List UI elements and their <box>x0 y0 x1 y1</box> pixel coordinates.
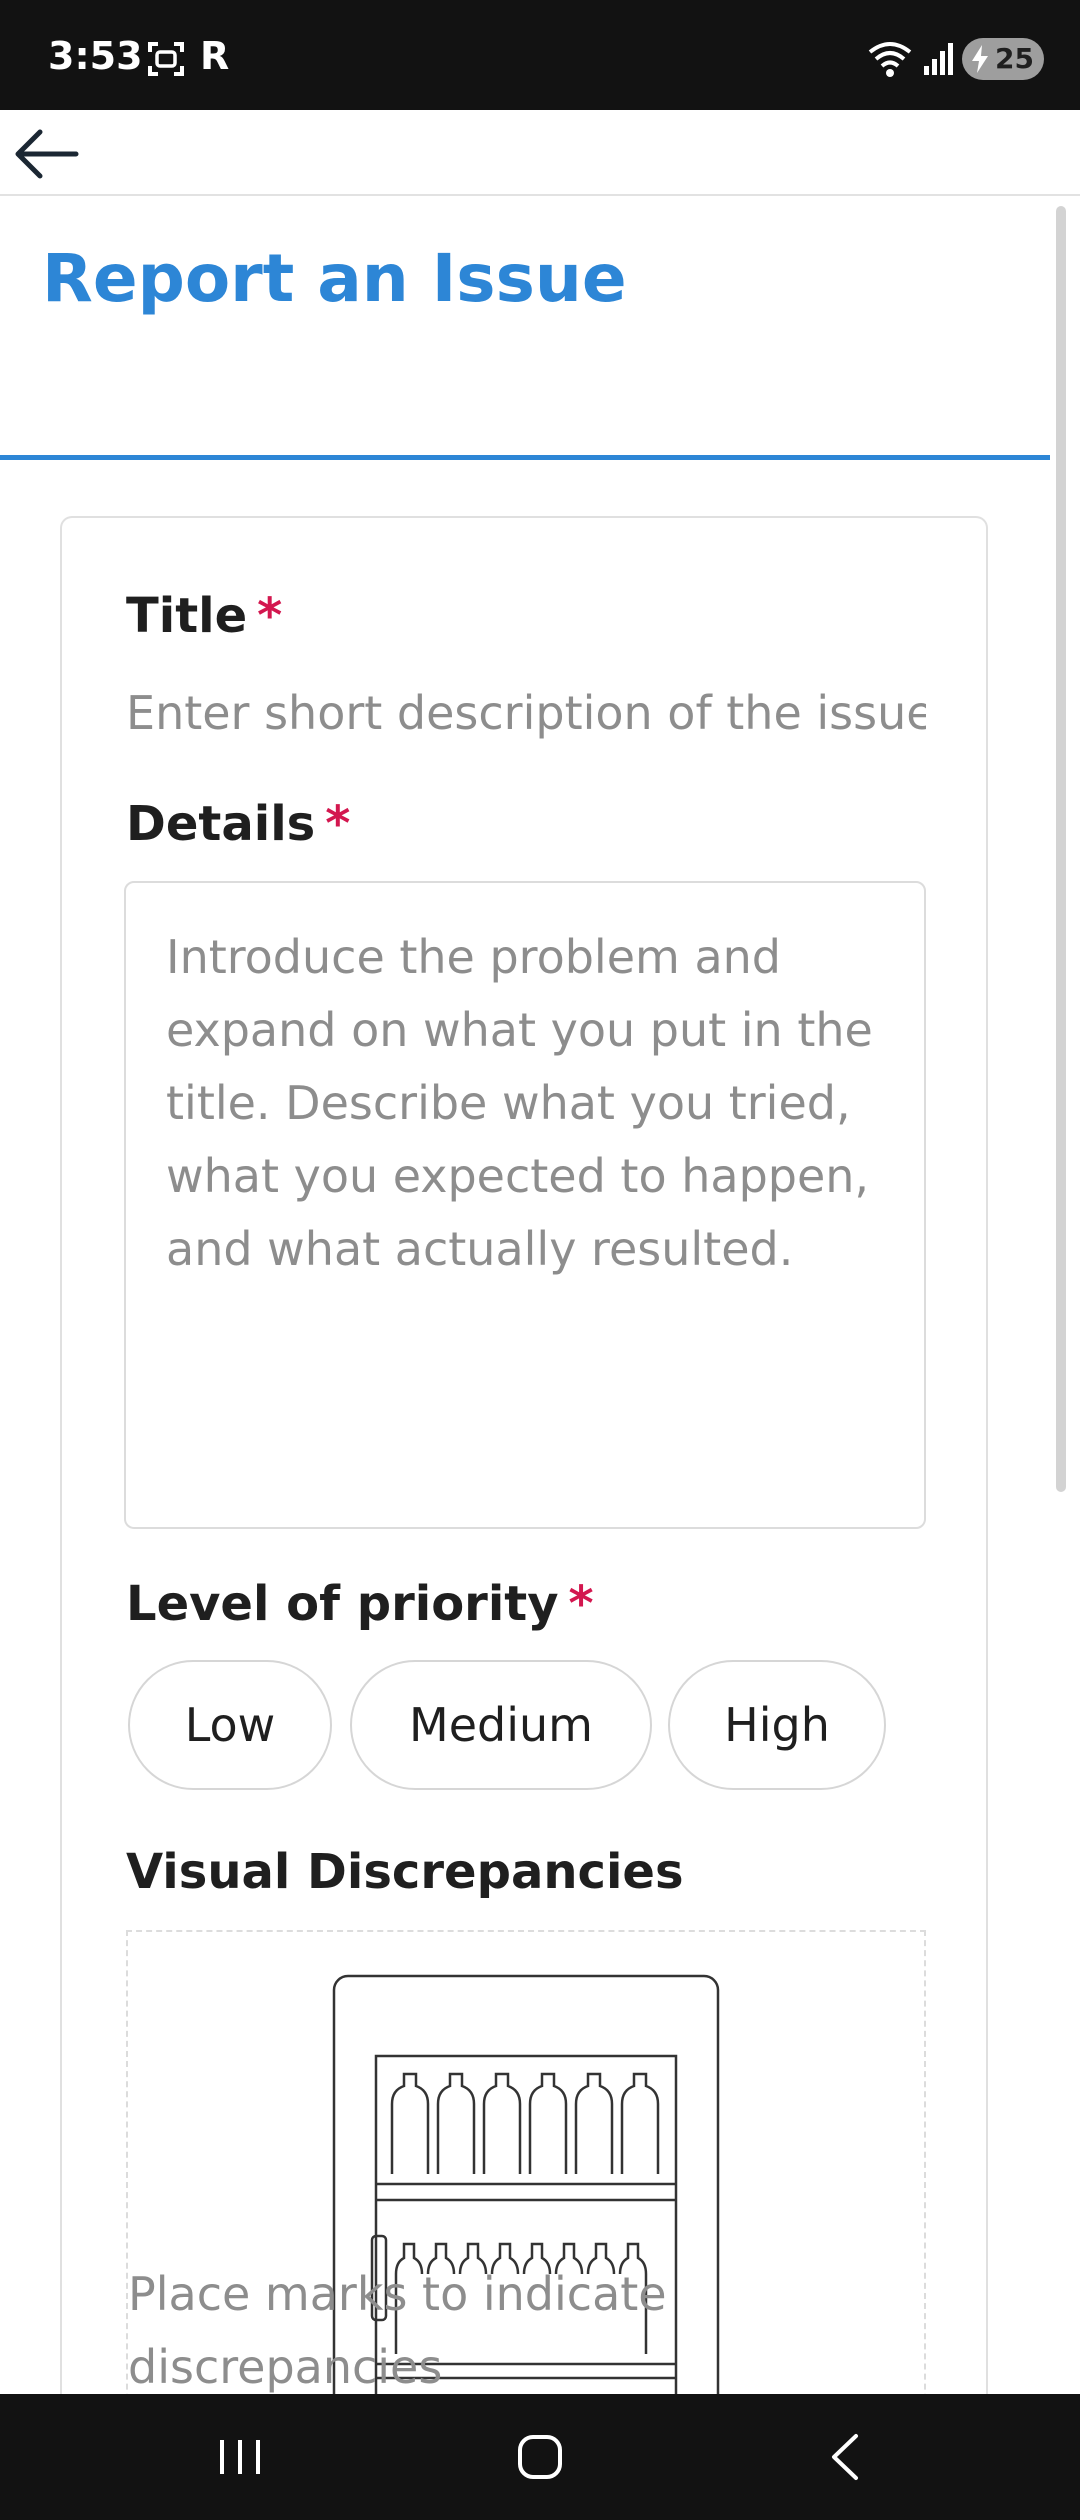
scrollbar[interactable] <box>1056 206 1066 1492</box>
details-textarea[interactable] <box>124 881 926 1529</box>
page-title: Report an Issue <box>42 240 627 317</box>
charging-icon <box>972 45 988 73</box>
recent-apps-button[interactable] <box>200 2424 280 2490</box>
required-marker: * <box>325 796 351 852</box>
status-time: 3:53 <box>48 34 143 78</box>
recent-apps-icon <box>220 2440 260 2474</box>
screenshot-icon <box>146 40 186 83</box>
visual-discrepancies-label: Visual Discrepancies <box>126 1844 684 1900</box>
details-label: Details * <box>126 796 350 852</box>
title-input[interactable] <box>126 680 926 746</box>
priority-medium-button[interactable]: Medium <box>350 1660 652 1790</box>
priority-high-button[interactable]: High <box>668 1660 886 1790</box>
priority-label: Level of priority * <box>126 1576 594 1632</box>
system-nav-bar <box>0 2394 1080 2520</box>
priority-label-text: Level of priority <box>126 1576 559 1632</box>
visual-discrepancies-hint: Place marks to indicate discrepancies <box>128 2267 667 2394</box>
nav-back-button[interactable] <box>806 2424 886 2490</box>
app-bar <box>0 110 1080 196</box>
title-label-text: Title <box>126 588 248 644</box>
battery-level: 25 <box>995 42 1034 75</box>
title-label: Title * <box>126 588 282 644</box>
carrier-indicator: R <box>200 34 230 78</box>
wifi-icon <box>866 38 916 83</box>
home-button[interactable] <box>500 2424 580 2490</box>
back-button[interactable] <box>10 124 80 184</box>
home-icon <box>518 2435 562 2479</box>
signal-icon <box>922 40 956 81</box>
priority-low-button[interactable]: Low <box>128 1660 332 1790</box>
details-label-text: Details <box>126 796 316 852</box>
required-marker: * <box>257 588 283 644</box>
required-marker: * <box>568 1576 594 1632</box>
title-divider <box>0 455 1050 460</box>
battery-indicator: 25 <box>962 38 1044 80</box>
status-bar: 3:53 R 25 <box>0 0 1080 110</box>
back-nav-icon <box>832 2434 858 2480</box>
arrow-left-icon <box>15 129 79 179</box>
